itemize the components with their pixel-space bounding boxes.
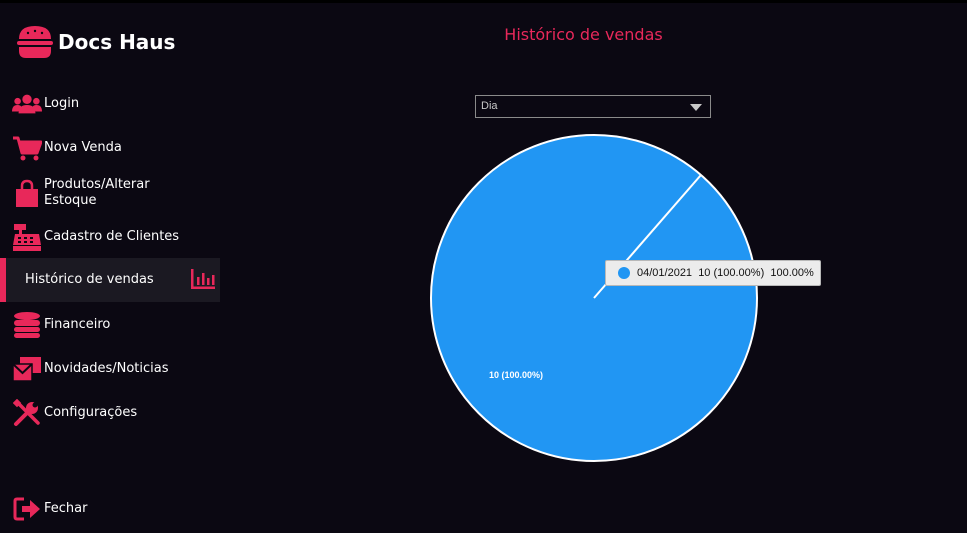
chart-tooltip: 04/01/2021 10 (100.00%) 100.00% xyxy=(605,260,821,286)
sign-out-icon xyxy=(12,494,42,524)
nav-item-login[interactable]: Login xyxy=(0,90,220,118)
shopping-bag-icon xyxy=(12,178,42,208)
chevron-down-icon[interactable] xyxy=(690,104,702,111)
period-select[interactable]: Dia xyxy=(475,95,711,118)
tools-icon xyxy=(12,398,42,428)
slice-data-label: 10 (100.00%) xyxy=(489,370,543,380)
page-title: Histórico de vendas xyxy=(504,25,663,44)
nav-item-novidades[interactable]: Novidades/Noticias xyxy=(0,354,220,384)
sales-pie-chart: 10 (100.00%) xyxy=(430,134,758,462)
users-icon xyxy=(12,89,42,119)
cart-icon xyxy=(12,133,42,163)
cash-register-icon xyxy=(12,222,42,252)
app-name: Docs Haus xyxy=(58,30,176,54)
tooltip-series-marker xyxy=(618,267,630,279)
tooltip-value: 10 (100.00%) xyxy=(698,267,765,279)
burger-icon xyxy=(17,26,53,58)
sidebar: Docs Haus Login Nova Venda Produtos/Alte… xyxy=(0,0,220,533)
nav-item-cadastro-clientes[interactable]: Cadastro de Clientes xyxy=(0,222,220,252)
active-indicator xyxy=(0,258,6,302)
nav-label: Histórico de vendas xyxy=(25,272,154,287)
tooltip-label: 04/01/2021 xyxy=(637,267,693,279)
nav-label: Nova Venda xyxy=(44,140,122,155)
nav-item-configuracoes[interactable]: Configurações xyxy=(0,398,220,428)
nav-label: Fechar xyxy=(44,501,88,516)
brand: Docs Haus xyxy=(16,24,175,60)
tooltip-text: 04/01/2021 10 (100.00%) 100.00% xyxy=(637,267,814,279)
nav-label: Novidades/Noticias xyxy=(44,361,169,376)
mail-icon xyxy=(12,354,42,384)
nav-label: Cadastro de Clientes xyxy=(44,229,180,244)
coins-icon xyxy=(12,310,42,340)
nav-label: Produtos/Alterar Estoque xyxy=(44,177,150,208)
logout-button[interactable]: Fechar xyxy=(0,495,220,523)
nav-label: Login xyxy=(44,96,80,111)
bar-chart-icon xyxy=(191,269,215,289)
period-select-value: Dia xyxy=(481,100,498,112)
nav-item-financeiro[interactable]: Financeiro xyxy=(0,310,220,340)
nav-item-historico-vendas[interactable]: Histórico de vendas xyxy=(0,258,220,302)
nav-label: Configurações xyxy=(44,405,138,420)
nav-label: Financeiro xyxy=(44,317,111,332)
nav-item-nova-venda[interactable]: Nova Venda xyxy=(0,134,220,162)
tooltip-percent: 100.00% xyxy=(770,267,814,279)
nav-item-produtos[interactable]: Produtos/Alterar Estoque xyxy=(0,176,220,210)
